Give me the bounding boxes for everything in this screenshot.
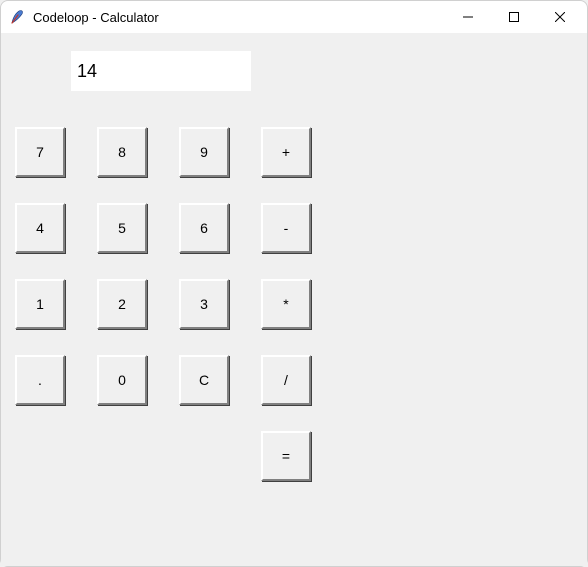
keypad: 7 8 9 + 4 5 6 - 1 2 3 * . 0 C /	[15, 127, 311, 481]
key-5[interactable]: 5	[97, 203, 147, 253]
key-1[interactable]: 1	[15, 279, 65, 329]
maximize-button[interactable]	[491, 1, 537, 33]
client-area: 7 8 9 + 4 5 6 - 1 2 3 * . 0 C /	[1, 33, 587, 566]
key-9[interactable]: 9	[179, 127, 229, 177]
close-button[interactable]	[537, 1, 583, 33]
key-6[interactable]: 6	[179, 203, 229, 253]
key-minus[interactable]: -	[261, 203, 311, 253]
key-plus[interactable]: +	[261, 127, 311, 177]
key-multiply[interactable]: *	[261, 279, 311, 329]
key-clear[interactable]: C	[179, 355, 229, 405]
tk-feather-icon	[9, 9, 25, 25]
key-divide[interactable]: /	[261, 355, 311, 405]
minimize-button[interactable]	[445, 1, 491, 33]
key-3[interactable]: 3	[179, 279, 229, 329]
key-4[interactable]: 4	[15, 203, 65, 253]
app-window: Codeloop - Calculator 7 8 9 + 4 5 6	[0, 0, 588, 567]
key-7[interactable]: 7	[15, 127, 65, 177]
titlebar: Codeloop - Calculator	[1, 1, 587, 33]
display-input[interactable]	[71, 51, 251, 91]
window-title: Codeloop - Calculator	[33, 10, 159, 25]
key-dot[interactable]: .	[15, 355, 65, 405]
key-8[interactable]: 8	[97, 127, 147, 177]
key-2[interactable]: 2	[97, 279, 147, 329]
key-equals[interactable]: =	[261, 431, 311, 481]
key-0[interactable]: 0	[97, 355, 147, 405]
